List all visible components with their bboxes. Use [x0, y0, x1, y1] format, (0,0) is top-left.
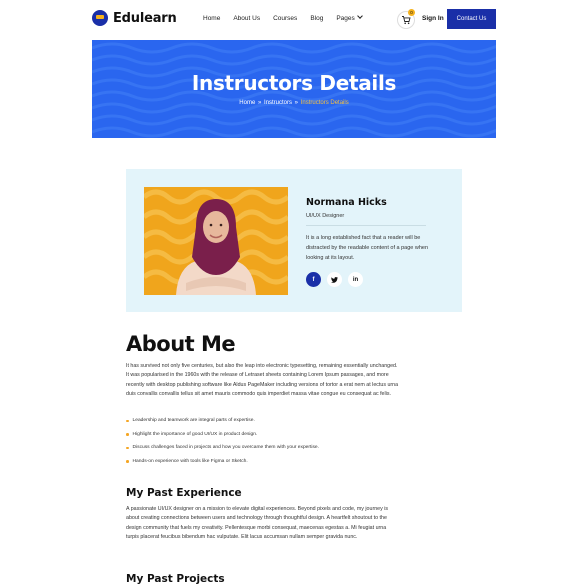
- main-nav: Home About Us Courses Blog Pages: [203, 13, 363, 22]
- site-header: Edulearn Home About Us Courses Blog Page…: [0, 0, 588, 40]
- bullet-dot-icon: [126, 446, 129, 449]
- about-paragraph: It has survived not only five centuries,…: [126, 363, 399, 397]
- list-item-text: Discuss challenges faced in projects and…: [132, 445, 319, 450]
- social-links: f in: [306, 272, 363, 287]
- cart-count-badge: 0: [408, 9, 415, 16]
- instructor-card: Normana Hicks UI/UX Designer It is a lon…: [126, 169, 462, 312]
- list-item-text: Leadership and teamwork are integral par…: [132, 418, 255, 423]
- graduation-cap-icon: [92, 10, 108, 26]
- breadcrumb-separator: »: [257, 100, 262, 106]
- nav-item-courses[interactable]: Courses: [273, 15, 297, 22]
- instructor-name: Normana Hicks: [306, 197, 387, 208]
- list-item: Hands-on experience with tools like Figm…: [126, 459, 406, 473]
- list-item: Leadership and teamwork are integral par…: [126, 418, 406, 432]
- nav-item-blog[interactable]: Blog: [310, 15, 323, 22]
- twitter-icon[interactable]: [327, 272, 342, 287]
- breadcrumb: Home » Instructors » Instructors Details: [92, 100, 496, 106]
- bullet-dot-icon: [126, 433, 129, 436]
- facebook-icon[interactable]: f: [306, 272, 321, 287]
- contact-us-button[interactable]: Contact Us: [447, 9, 496, 29]
- page-title: Instructors Details: [191, 71, 397, 95]
- chevron-down-icon: [356, 13, 363, 19]
- cart-button[interactable]: 0: [397, 9, 415, 29]
- list-item-text: Highlight the importance of good UI/UX i…: [132, 431, 258, 437]
- breadcrumb-current: Instructors Details: [300, 100, 349, 106]
- instructor-bio: It is a long established fact that a rea…: [306, 235, 429, 261]
- instructor-photo: [144, 187, 288, 295]
- about-title: About Me: [126, 332, 236, 356]
- logo-text: Edulearn: [113, 10, 177, 26]
- list-item: Highlight the importance of good UI/UX i…: [126, 432, 406, 446]
- breadcrumb-home[interactable]: Home: [239, 100, 255, 106]
- logo[interactable]: Edulearn: [92, 10, 177, 26]
- experience-paragraph: A passionate UI/UX designer on a mission…: [126, 506, 389, 540]
- nav-item-pages[interactable]: Pages: [336, 13, 363, 22]
- list-item-text: Hands-on experience with tools like Figm…: [132, 458, 248, 464]
- bullet-dot-icon: [126, 460, 129, 463]
- breadcrumb-separator: »: [294, 100, 299, 106]
- page-banner: Instructors Details Home » Instructors »…: [92, 40, 496, 138]
- twitter-bird-glyph: [331, 276, 338, 283]
- list-item: Discuss challenges faced in projects and…: [126, 445, 406, 459]
- linkedin-icon[interactable]: in: [348, 272, 363, 287]
- bullet-dot-icon: [126, 419, 129, 422]
- instructor-portrait: [144, 189, 288, 295]
- cart-icon: [402, 16, 411, 25]
- divider: [306, 225, 426, 226]
- experience-title: My Past Experience: [126, 487, 242, 499]
- instructor-role: UI/UX Designer: [306, 213, 345, 219]
- expertise-list: Leadership and teamwork are integral par…: [126, 418, 406, 472]
- breadcrumb-instructors[interactable]: Instructors: [264, 100, 292, 106]
- sign-in-link[interactable]: Sign In: [422, 15, 444, 22]
- projects-title: My Past Projects: [126, 573, 225, 585]
- nav-item-about[interactable]: About Us: [233, 15, 260, 22]
- nav-item-pages-label: Pages: [336, 15, 355, 22]
- nav-item-home[interactable]: Home: [203, 15, 220, 22]
